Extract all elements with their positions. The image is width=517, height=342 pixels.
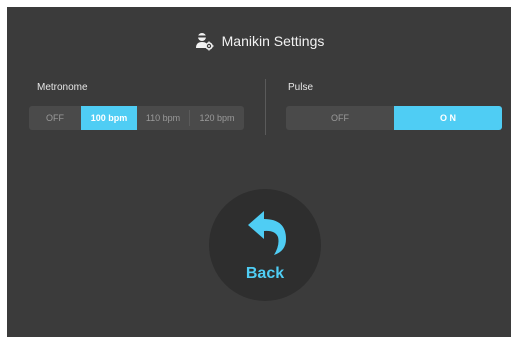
metronome-option-120[interactable]: 120 bpm	[190, 106, 244, 130]
back-label: Back	[245, 265, 285, 282]
pulse-label: Pulse	[288, 82, 314, 93]
metronome-option-off[interactable]: OFF	[29, 106, 81, 130]
metronome-option-100[interactable]: 100 bpm	[81, 106, 137, 130]
page-title: Manikin Settings	[221, 33, 325, 49]
manikin-settings-icon	[194, 31, 214, 51]
back-button[interactable]: Back	[209, 189, 321, 301]
metronome-label: Metronome	[37, 82, 88, 93]
pulse-option-on[interactable]: O N	[394, 106, 502, 130]
metronome-option-110[interactable]: 110 bpm	[137, 106, 189, 130]
pulse-toggle: OFF O N	[286, 106, 502, 130]
pulse-option-off[interactable]: OFF	[286, 106, 394, 130]
settings-screen: Manikin Settings Metronome OFF 100 bpm 1…	[7, 7, 511, 337]
back-arrow-icon	[244, 209, 290, 255]
metronome-selector: OFF 100 bpm 110 bpm 120 bpm	[29, 106, 244, 130]
section-divider	[265, 79, 266, 135]
header: Manikin Settings	[7, 29, 511, 53]
